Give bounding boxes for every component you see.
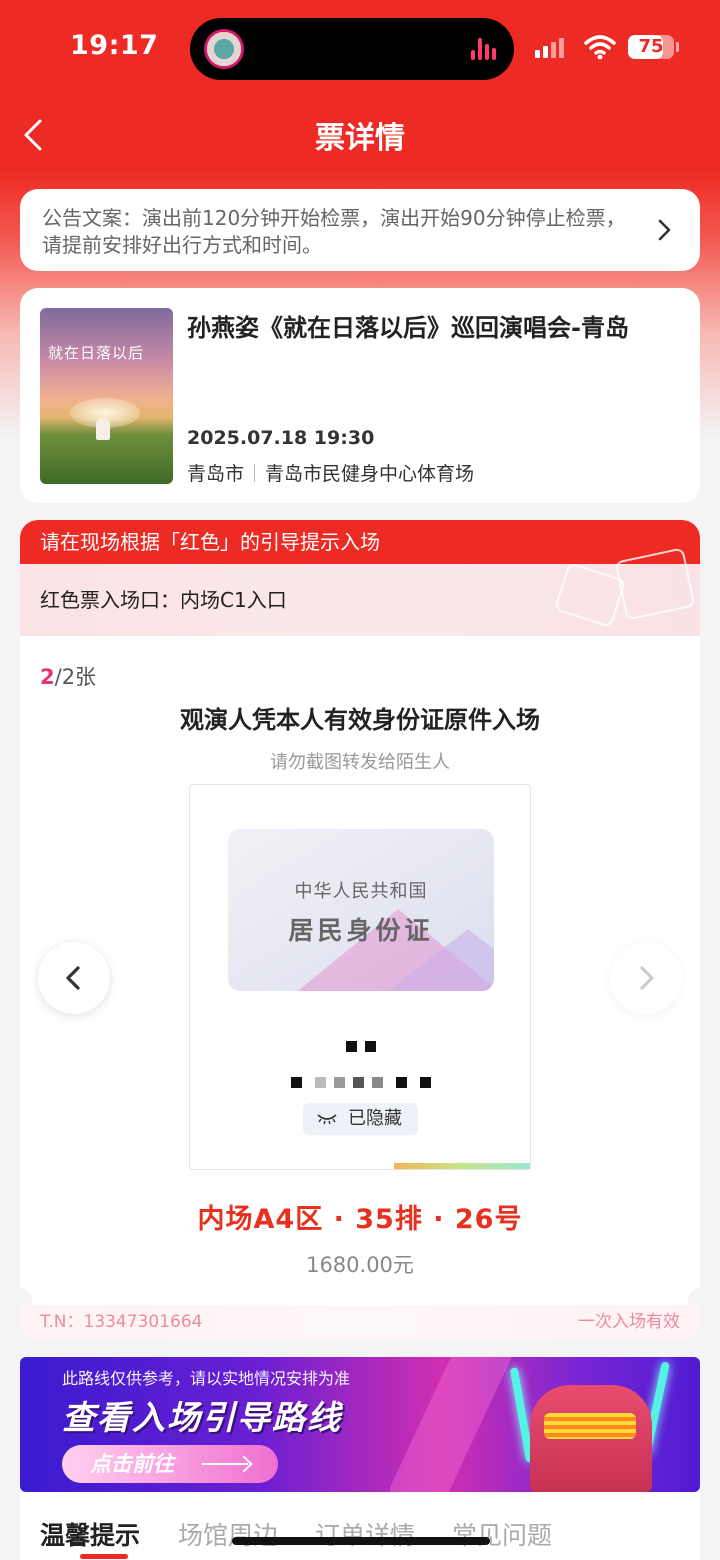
chevron-right-icon <box>658 219 671 241</box>
active-tab-indicator <box>80 1554 128 1559</box>
id-box-stripe <box>394 1163 530 1169</box>
gate-info-bar: 红色票入场口：内场C1入口 <box>20 547 700 636</box>
gate-info: 红色票入场口：内场C1入口 <box>40 588 287 612</box>
entry-hint-bar: 请在现场根据「红色」的引导提示入场 <box>20 520 700 564</box>
event-poster: 就在日落以后 <box>40 308 173 484</box>
chevron-left-icon <box>66 966 80 990</box>
ticket-counter-current: 2 <box>40 665 55 689</box>
banner-cta-button[interactable]: 点击前往 <box>62 1445 278 1483</box>
location-divider <box>254 464 256 482</box>
id-card-graphic: 中华人民共和国 居民身份证 <box>228 829 494 991</box>
poster-title: 就在日落以后 <box>48 344 145 362</box>
status-bar: 19:17 75 <box>0 0 720 100</box>
banner-headline: 查看入场引导路线 <box>62 1398 342 1437</box>
battery-level: 75 <box>638 36 664 57</box>
event-location: 青岛市 青岛市民健身中心体育场 <box>187 459 474 486</box>
hidden-label: 已隐藏 <box>348 1108 402 1129</box>
id-subheading: 请勿截图转发给陌生人 <box>270 752 450 773</box>
tab-faq[interactable]: 常见问题 <box>452 1516 552 1552</box>
hidden-toggle-button[interactable]: 已隐藏 <box>303 1103 418 1135</box>
tab-venue-nearby[interactable]: 场馆周边 <box>178 1516 278 1552</box>
dynamic-island <box>190 18 514 80</box>
ticket-counter-total: /2张 <box>54 665 97 689</box>
banner-decoration <box>390 1357 530 1492</box>
wifi-icon <box>584 35 616 60</box>
masked-name <box>190 1037 532 1056</box>
event-card[interactable]: 就在日落以后 孙燕姿《就在日落以后》巡回演唱会-青岛 2025.07.18 19… <box>20 288 700 503</box>
event-city: 青岛市 <box>187 463 245 485</box>
poster-figure <box>96 418 110 440</box>
ticket-number: T.N：13347301664 <box>40 1312 203 1332</box>
prev-ticket-button[interactable] <box>38 942 110 1014</box>
banner-note: 此路线仅供参考，请以实地情况安排为准 <box>62 1369 351 1388</box>
ticket-card: 请在现场根据「红色」的引导提示入场 红色票入场口：内场C1入口 2/2张 观演人… <box>20 520 700 1340</box>
detail-tabs: 温馨提示 场馆周边 订单详情 常见问题 <box>20 1492 700 1560</box>
map-decoration <box>614 547 696 621</box>
cellular-signal-icon <box>535 38 564 58</box>
audio-bars-icon <box>471 38 496 60</box>
battery-tip <box>676 42 679 52</box>
next-ticket-button[interactable] <box>610 942 682 1014</box>
tab-order-details[interactable]: 订单详情 <box>315 1516 415 1552</box>
entry-route-banner[interactable]: 此路线仅供参考，请以实地情况安排为准 查看入场引导路线 点击前往 <box>20 1357 700 1492</box>
now-playing-artwork-icon <box>204 29 244 69</box>
arrow-right-icon <box>202 1463 248 1465</box>
event-title: 孙燕姿《就在日落以后》巡回演唱会-青岛 <box>187 314 629 342</box>
mascot-illustration <box>530 1385 652 1492</box>
ticket-counter: 2/2张 <box>40 661 96 691</box>
id-card-country: 中华人民共和国 <box>294 881 428 902</box>
event-datetime: 2025.07.18 19:30 <box>187 427 375 449</box>
page-title: 票详情 <box>315 121 405 156</box>
chevron-right-icon <box>640 966 654 990</box>
id-heading: 观演人凭本人有效身份证原件入场 <box>180 706 540 734</box>
eye-closed-icon <box>317 1114 337 1125</box>
id-card-type: 居民身份证 <box>288 916 434 945</box>
ticket-price: 1680.00元 <box>306 1253 414 1277</box>
status-time: 19:17 <box>70 30 159 61</box>
ticket-validity: 一次入场有效 <box>578 1312 680 1332</box>
banner-cta-label: 点击前往 <box>90 1452 174 1476</box>
map-decoration <box>553 561 627 629</box>
id-credential-box: 中华人民共和国 居民身份证 已隐藏 <box>189 784 531 1170</box>
event-venue: 青岛市民健身中心体育场 <box>265 463 475 485</box>
tab-tips[interactable]: 温馨提示 <box>40 1516 140 1552</box>
home-indicator[interactable] <box>232 1537 490 1545</box>
ticket-number-row: T.N：13347301664 一次入场有效 <box>20 1305 700 1340</box>
announcement-text: 公告文案：演出前120分钟开始检票，演出开始90分钟停止检票，请提前安排好出行方… <box>42 206 626 257</box>
masked-id-number <box>190 1073 532 1092</box>
mascot-glasses <box>544 1413 636 1439</box>
seat-info: 内场A4区 · 35排 · 26号 <box>197 1204 523 1235</box>
announcement-card[interactable]: 公告文案：演出前120分钟开始检票，演出开始90分钟停止检票，请提前安排好出行方… <box>20 189 700 271</box>
battery-icon: 75 <box>628 35 674 59</box>
